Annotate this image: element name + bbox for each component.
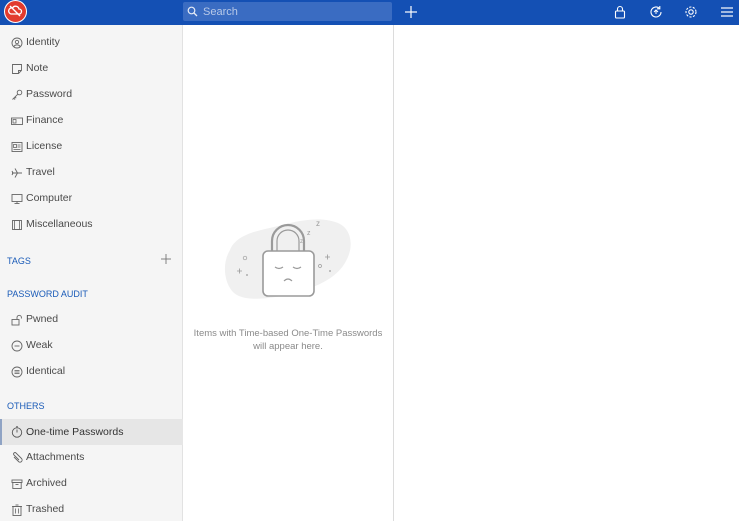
search-icon xyxy=(187,6,198,17)
sidebar-item-identical[interactable]: Identical xyxy=(0,360,183,384)
add-tag-icon[interactable] xyxy=(160,253,172,265)
search-box[interactable] xyxy=(183,2,392,21)
sidebar-item-label: Note xyxy=(26,62,49,74)
sidebar-item-travel[interactable]: Travel xyxy=(0,161,183,185)
others-heading: OTHERS xyxy=(7,401,45,411)
svg-text:z: z xyxy=(300,239,303,245)
svg-text:z: z xyxy=(316,219,320,228)
empty-state-line-1: Items with Time-based One-Time Passwords xyxy=(193,328,383,339)
sidebar-item-note[interactable]: Note xyxy=(0,57,183,81)
sidebar-item-miscellaneous[interactable]: Miscellaneous xyxy=(0,213,183,237)
license-icon xyxy=(11,142,23,152)
top-bar xyxy=(0,0,739,25)
sidebar-item-label: Archived xyxy=(26,477,67,489)
tags-heading: TAGS xyxy=(7,256,31,266)
sidebar-item-label: Attachments xyxy=(26,451,85,463)
sidebar-item-password[interactable]: Password xyxy=(0,83,183,107)
sidebar-item-label: Finance xyxy=(26,114,64,126)
sidebar-item-label: Password xyxy=(26,88,73,100)
plane-icon xyxy=(11,168,22,178)
search-input[interactable] xyxy=(203,3,383,20)
lock-icon[interactable] xyxy=(611,3,629,21)
svg-text:z: z xyxy=(307,230,311,237)
sidebar-item-label: Computer xyxy=(26,192,73,204)
sidebar-item-weak[interactable]: Weak xyxy=(0,334,183,358)
monitor-icon xyxy=(11,194,23,204)
app-logo-icon[interactable] xyxy=(4,0,27,23)
trash-icon xyxy=(12,504,22,516)
sleeping-lock-illustration: z z z xyxy=(224,219,351,299)
timer-icon xyxy=(11,426,23,438)
identical-icon xyxy=(11,366,23,378)
archive-icon xyxy=(11,479,23,489)
weak-icon xyxy=(11,340,23,352)
sidebar-item-identity[interactable]: Identity xyxy=(0,31,183,55)
sidebar-item-license[interactable]: License xyxy=(0,135,183,159)
sidebar-item-label: Identity xyxy=(26,36,60,48)
sidebar-item-label: Miscellaneous xyxy=(26,218,93,230)
menu-icon[interactable] xyxy=(718,3,736,21)
gear-icon[interactable] xyxy=(682,3,700,21)
item-list-panel: z z z Items with Time-based One-Time Pas… xyxy=(184,25,394,521)
sidebar-item-label: Trashed xyxy=(26,503,65,515)
sidebar-item-finance[interactable]: Finance xyxy=(0,109,183,133)
unlock-icon xyxy=(11,314,22,326)
sidebar-item-computer[interactable]: Computer xyxy=(0,187,183,211)
password-audit-heading: PASSWORD AUDIT xyxy=(7,289,88,299)
item-detail-panel xyxy=(395,25,739,521)
sidebar-item-label: Pwned xyxy=(26,313,59,325)
key-icon xyxy=(12,89,23,100)
sidebar-item-trashed[interactable]: Trashed xyxy=(0,498,183,522)
sidebar-item-pwned[interactable]: Pwned xyxy=(0,308,183,332)
sidebar-item-label: Identical xyxy=(26,365,66,377)
empty-state-message: Items with Time-based One-Time Passwords… xyxy=(184,327,392,353)
sidebar-item-label: Weak xyxy=(26,339,53,351)
sidebar-item-one-time-passwords[interactable]: One-time Passwords xyxy=(0,419,183,445)
sidebar: Identity Note Password Finance License T… xyxy=(0,25,183,521)
card-icon xyxy=(11,117,23,125)
sidebar-item-archived[interactable]: Archived xyxy=(0,472,183,496)
note-icon xyxy=(12,64,22,74)
sidebar-item-label: Travel xyxy=(26,166,55,178)
sidebar-item-label: One-time Passwords xyxy=(26,426,124,438)
empty-state-line-2: will appear here. xyxy=(253,341,323,352)
sync-icon[interactable] xyxy=(647,3,665,21)
sidebar-item-label: License xyxy=(26,140,63,152)
sidebar-item-attachments[interactable]: Attachments xyxy=(0,446,183,470)
paperclip-icon xyxy=(13,452,23,463)
misc-icon xyxy=(12,220,22,230)
identity-icon xyxy=(11,37,23,49)
add-item-icon[interactable] xyxy=(402,3,420,21)
